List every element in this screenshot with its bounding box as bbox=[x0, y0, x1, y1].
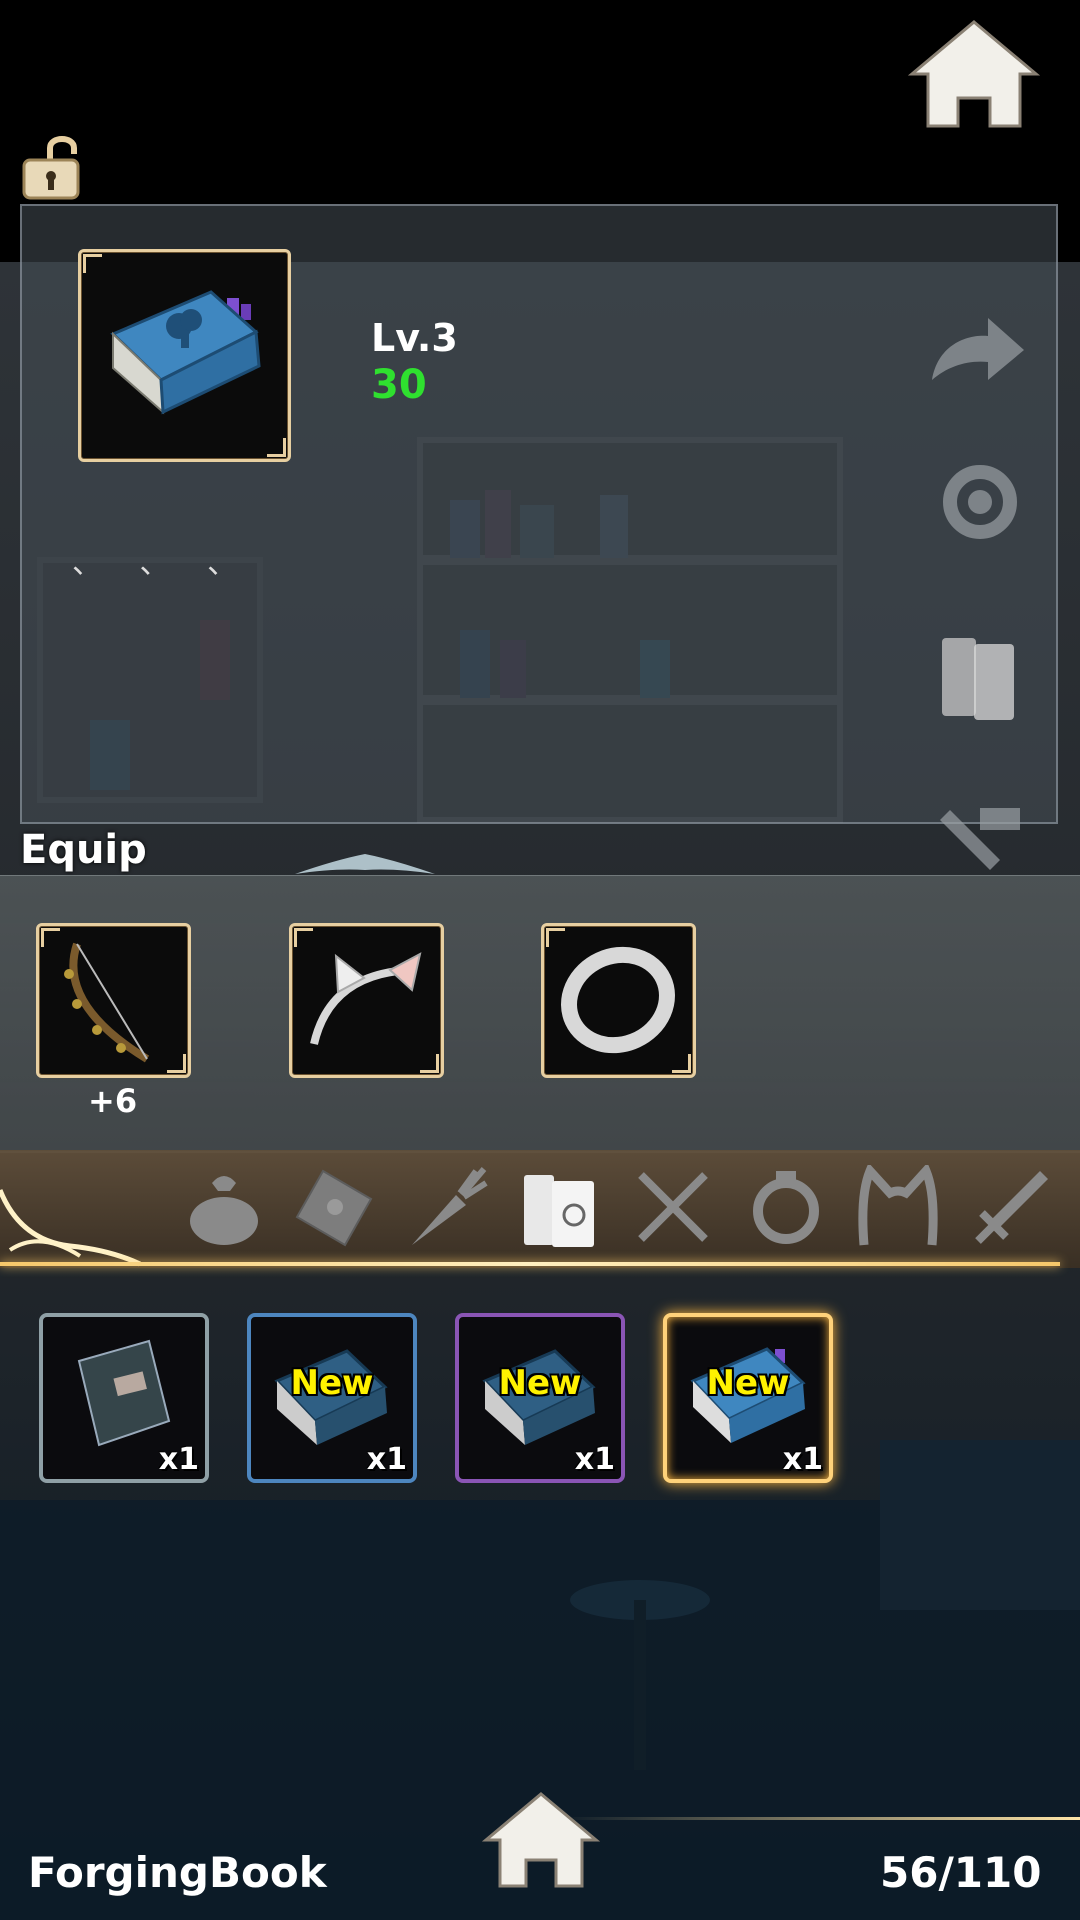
home-icon[interactable] bbox=[908, 18, 1040, 130]
forging-book-icon bbox=[110, 290, 261, 415]
inventory-count: 56/110 bbox=[880, 1848, 1042, 1897]
inventory-slot[interactable]: New x1 bbox=[455, 1313, 625, 1483]
footer-divider bbox=[560, 1817, 1080, 1820]
item-value: 30 bbox=[371, 362, 427, 408]
item-quantity: x1 bbox=[782, 1442, 823, 1477]
item-description: 、 、 、 bbox=[72, 546, 252, 581]
sword-icon[interactable] bbox=[970, 1165, 1054, 1249]
inventory-slot[interactable]: New x1 bbox=[247, 1313, 417, 1483]
new-badge: New bbox=[498, 1363, 582, 1403]
item-quantity: x1 bbox=[158, 1442, 199, 1477]
bag-icon[interactable] bbox=[182, 1165, 266, 1249]
carrot-icon[interactable] bbox=[406, 1165, 490, 1249]
ornament-icon bbox=[295, 854, 435, 874]
equip-title: Equip bbox=[20, 827, 147, 873]
inventory-slot[interactable]: x1 bbox=[39, 1313, 209, 1483]
new-badge: New bbox=[706, 1363, 790, 1403]
gear-icon[interactable] bbox=[930, 452, 1030, 552]
ring-category-icon[interactable] bbox=[744, 1165, 828, 1249]
new-badge: New bbox=[290, 1363, 374, 1403]
inventory-slot-selected[interactable]: New x1 bbox=[663, 1313, 833, 1483]
item-level: Lv.3 bbox=[371, 316, 458, 360]
ring-icon bbox=[561, 946, 675, 1054]
books-icon[interactable] bbox=[518, 1165, 602, 1249]
selected-item-frame bbox=[78, 249, 291, 462]
fork-knife-icon[interactable] bbox=[631, 1165, 715, 1249]
unlock-icon[interactable] bbox=[20, 130, 84, 202]
equip-slot-bow[interactable] bbox=[36, 923, 191, 1078]
item-quantity: x1 bbox=[574, 1442, 615, 1477]
envelope-icon[interactable] bbox=[293, 1165, 377, 1249]
bow-bonus: +6 bbox=[88, 1082, 138, 1120]
equip-slot-headband[interactable] bbox=[289, 923, 444, 1078]
share-arrow-icon[interactable] bbox=[928, 314, 1028, 386]
item-quantity: x1 bbox=[366, 1442, 407, 1477]
bow-icon bbox=[64, 942, 150, 1063]
home-bottom-icon[interactable] bbox=[482, 1790, 600, 1890]
category-title: ForgingBook bbox=[28, 1848, 327, 1897]
category-underline bbox=[0, 1262, 1060, 1266]
cat-ears-headband-icon bbox=[310, 952, 422, 1045]
books-side-icon[interactable] bbox=[936, 628, 1020, 724]
cat-ears-icon[interactable] bbox=[856, 1165, 940, 1249]
bar-swirl-decoration bbox=[0, 1189, 142, 1267]
equip-slot-ring[interactable] bbox=[541, 923, 696, 1078]
